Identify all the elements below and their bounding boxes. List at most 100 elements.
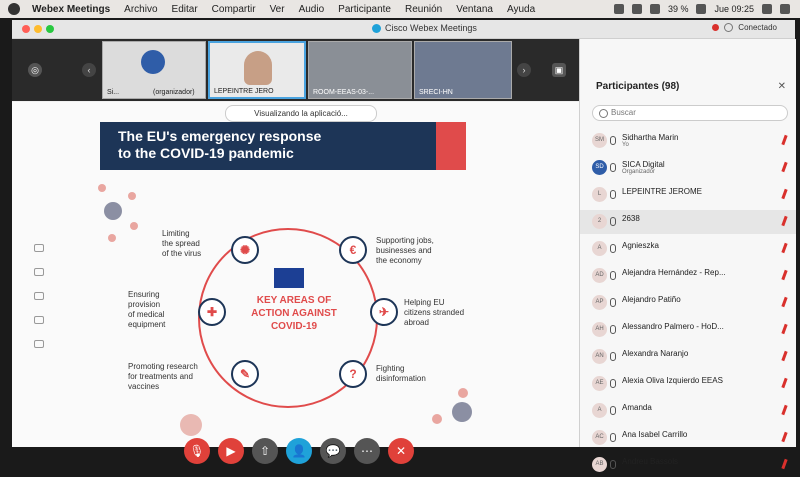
apple-icon[interactable] xyxy=(8,3,20,15)
participant-row[interactable]: 2 2638 xyxy=(580,210,796,234)
viewing-app-button[interactable]: Visualizando la aplicació... xyxy=(225,105,377,122)
muted-icon[interactable] xyxy=(781,269,788,281)
participant-mic-icon xyxy=(610,298,616,307)
pointer-tool-icon[interactable] xyxy=(34,268,44,276)
decor-dot xyxy=(108,234,116,242)
zoom-window-button[interactable] xyxy=(46,25,54,33)
mute-mic-button[interactable]: 🎙 xyxy=(184,438,210,464)
muted-icon[interactable] xyxy=(781,188,788,200)
app-menu[interactable]: Webex Meetings xyxy=(32,4,110,15)
participant-avatar: AN xyxy=(592,349,607,364)
participant-avatar: L xyxy=(592,187,607,202)
slide-title: The EU's emergency response to the COVID… xyxy=(100,122,436,170)
muted-icon[interactable] xyxy=(781,242,788,254)
participant-search-input[interactable]: Buscar xyxy=(592,105,788,121)
decor-dot xyxy=(128,192,136,200)
participant-row[interactable]: A Agnieszka xyxy=(580,237,796,261)
participant-mic-icon xyxy=(610,325,616,334)
dropbox-icon[interactable] xyxy=(613,4,624,14)
menu-reunion[interactable]: Reunión xyxy=(405,4,442,15)
share-button[interactable]: ⇧ xyxy=(252,438,278,464)
item-medical-equipment: Ensuring provision of medical equipment xyxy=(128,290,166,329)
close-panel-icon[interactable]: ✕ xyxy=(778,81,786,92)
webex-tray-icon[interactable] xyxy=(762,4,772,14)
bluetooth-icon[interactable] xyxy=(631,4,642,14)
participant-mic-icon xyxy=(610,433,616,442)
participant-row[interactable]: AH Alessandro Palmero - HoD... xyxy=(580,318,796,342)
connection-status[interactable]: Conectado xyxy=(712,23,777,32)
key-areas-title: KEY AREAS OF ACTION AGAINST COVID-19 xyxy=(251,295,337,332)
participant-row[interactable]: L LEPEINTRE JEROME xyxy=(580,183,796,207)
minimize-window-button[interactable] xyxy=(34,25,42,33)
fit-screen-icon[interactable] xyxy=(34,340,44,348)
chat-button[interactable]: 💬 xyxy=(320,438,346,464)
wifi-icon[interactable] xyxy=(649,4,660,14)
muted-icon[interactable] xyxy=(781,404,788,416)
participant-row[interactable]: AB Andreu Bassols xyxy=(580,453,796,477)
leave-meeting-button[interactable]: ✕ xyxy=(388,438,414,464)
menu-participante[interactable]: Participante xyxy=(338,4,391,15)
muted-icon[interactable] xyxy=(781,377,788,389)
strip-prev-button[interactable]: ‹ xyxy=(82,63,96,77)
annotate-tool-icon[interactable] xyxy=(34,244,44,252)
menu-compartir[interactable]: Compartir xyxy=(212,4,256,15)
muted-icon[interactable] xyxy=(781,350,788,362)
participant-row[interactable]: AN Alexandra Naranjo xyxy=(580,345,796,369)
question-icon: ? xyxy=(339,360,367,388)
muted-icon[interactable] xyxy=(781,323,788,335)
menu-list-icon[interactable] xyxy=(780,4,790,14)
menu-audio[interactable]: Audio xyxy=(299,4,325,15)
video-thumb-organizer[interactable]: Si... (organizador) xyxy=(102,41,206,99)
stop-video-button[interactable]: ▶ xyxy=(218,438,244,464)
zoom-out-icon[interactable] xyxy=(34,316,44,324)
layout-icon[interactable]: ◎ xyxy=(28,63,42,77)
participant-name: SICA Digital xyxy=(622,160,665,169)
participant-name: Alejandra Hernández - Rep... xyxy=(622,268,726,277)
menu-archivo[interactable]: Archivo xyxy=(124,4,157,15)
menu-ventana[interactable]: Ventana xyxy=(456,4,493,15)
strip-next-button[interactable]: › xyxy=(517,63,531,77)
clock[interactable]: Jue 09:25 xyxy=(714,4,754,14)
close-window-button[interactable] xyxy=(22,25,30,33)
item-promoting-research: Promoting research for treatments and va… xyxy=(128,362,198,391)
participant-avatar: AE xyxy=(592,376,607,391)
participant-mic-icon xyxy=(610,379,616,388)
muted-icon[interactable] xyxy=(781,161,788,173)
virus-icon: ✺ xyxy=(231,236,259,264)
video-strip: ◎ ‹ Si... (organizador) LEPEINTRE JERO R… xyxy=(12,39,579,101)
video-thumb-lepeintre[interactable]: LEPEINTRE JERO xyxy=(208,41,306,99)
video-thumb-sreci[interactable]: SRECI-HN xyxy=(414,41,512,99)
participant-name: Andreu Bassols xyxy=(622,457,679,466)
decor-dot xyxy=(458,388,468,398)
participant-row[interactable]: SD SICA Digital Organizador xyxy=(580,156,796,180)
participant-row[interactable]: SM Sidhartha Marin Yo xyxy=(580,129,796,153)
participant-row[interactable]: A Amanda xyxy=(580,399,796,423)
zoom-in-icon[interactable] xyxy=(34,292,44,300)
muted-icon[interactable] xyxy=(781,458,788,470)
video-thumb-room[interactable]: ROOM-EEAS-03-... xyxy=(308,41,412,99)
participants-button[interactable]: 👤 xyxy=(286,438,312,464)
muted-icon[interactable] xyxy=(781,215,788,227)
muted-icon[interactable] xyxy=(781,134,788,146)
participant-name: Sidhartha Marin xyxy=(622,133,679,142)
menu-editar[interactable]: Editar xyxy=(172,4,198,15)
battery-icon[interactable] xyxy=(696,4,707,14)
menu-ver[interactable]: Ver xyxy=(270,4,285,15)
participant-name: Alexandra Naranjo xyxy=(622,349,689,358)
muted-icon[interactable] xyxy=(781,431,788,443)
participant-row[interactable]: AD Alejandra Hernández - Rep... xyxy=(580,264,796,288)
muted-icon[interactable] xyxy=(781,296,788,308)
participant-avatar: AP xyxy=(592,295,607,310)
info-icon[interactable] xyxy=(724,23,734,32)
menu-ayuda[interactable]: Ayuda xyxy=(507,4,535,15)
stage-layout-icon[interactable]: ▣ xyxy=(552,63,566,77)
participant-row[interactable]: AC Ana Isabel Carrillo xyxy=(580,426,796,450)
battery-level: 39 % xyxy=(667,4,689,14)
participant-mic-icon xyxy=(610,244,616,253)
participant-mic-icon xyxy=(610,190,616,199)
participant-row[interactable]: AP Alejandro Patiño xyxy=(580,291,796,315)
more-options-button[interactable]: ⋯ xyxy=(354,438,380,464)
participant-name: Ana Isabel Carrillo xyxy=(622,430,688,439)
eu-flag-icon xyxy=(274,268,304,288)
participant-row[interactable]: AE Alexia Oliva Izquierdo EEAS xyxy=(580,372,796,396)
